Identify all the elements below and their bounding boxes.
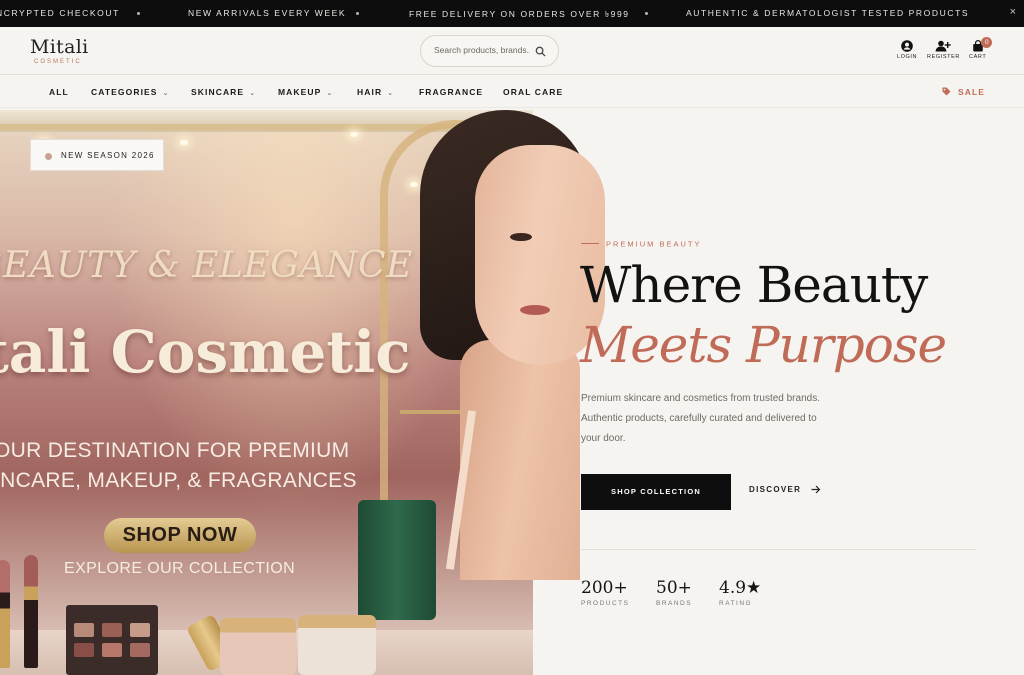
nav-label: ORAL CARE xyxy=(503,87,564,97)
cart-label: CART xyxy=(969,54,987,60)
nav-label: SKINCARE xyxy=(191,87,245,97)
hero-eyebrow: PREMIUM BEAUTY xyxy=(581,235,702,253)
nav-label: FRAGRANCE xyxy=(419,87,484,97)
banner-explore-text: EXPLORE OUR COLLECTION xyxy=(64,560,296,577)
nav-label: ALL xyxy=(49,87,69,97)
lipstick-product xyxy=(0,560,10,668)
banner-brand-title: tali Cosmetic xyxy=(0,318,411,386)
new-season-badge: NEW SEASON 2026 xyxy=(30,139,164,171)
banner-subtitle-line: OUR DESTINATION FOR PREMIUM xyxy=(0,439,350,462)
cream-jar xyxy=(220,618,296,675)
nav-item-makeup[interactable]: MAKEUP ⌄ xyxy=(278,87,333,97)
ceiling-light xyxy=(180,140,188,145)
announcement-text: NEW ARRIVALS EVERY WEEK xyxy=(188,8,347,18)
shop-collection-button[interactable]: SHOP COLLECTION xyxy=(581,474,731,510)
ceiling-light xyxy=(350,132,358,137)
stat-label: PRODUCTS xyxy=(581,600,630,607)
logo[interactable]: Mitali COSMETIC xyxy=(30,36,88,65)
separator-dot xyxy=(645,12,648,15)
separator-dot xyxy=(356,12,359,15)
nav-item-sale[interactable]: SALE xyxy=(958,87,985,97)
stat-label: BRANDS xyxy=(656,600,693,607)
announcement-text: FREE DELIVERY ON ORDERS OVER ৳999 xyxy=(409,9,630,19)
arrow-right-icon xyxy=(811,485,821,494)
nav-item-all[interactable]: ALL xyxy=(49,87,69,97)
banner-subtitle-line: INCARE, MAKEUP, & FRAGRANCES xyxy=(0,469,357,492)
nav-label: CATEGORIES xyxy=(91,87,158,97)
eyeshadow-palette xyxy=(66,605,158,675)
login-label: LOGIN xyxy=(897,54,918,60)
nav-item-categories[interactable]: CATEGORIES ⌄ xyxy=(91,87,170,97)
discover-link[interactable]: DISCOVER xyxy=(749,485,821,494)
model-neck xyxy=(460,340,580,580)
user-icon xyxy=(901,40,913,52)
stat-rating: 4.9★ RATING xyxy=(719,578,761,607)
announcement-text: AUTHENTIC & DERMATOLOGIST TESTED PRODUCT… xyxy=(686,8,970,18)
register-button[interactable]: REGISTER xyxy=(927,40,960,60)
nav-label: MAKEUP xyxy=(278,87,322,97)
tag-icon xyxy=(942,87,951,96)
announcement-bar: NCRYPTED CHECKOUT NEW ARRIVALS EVERY WEE… xyxy=(0,0,1024,27)
green-tube-product xyxy=(358,500,436,620)
ceiling-light xyxy=(410,182,418,187)
announcement-text: NCRYPTED CHECKOUT xyxy=(0,8,120,18)
add-user-icon xyxy=(935,40,952,52)
chevron-down-icon: ⌄ xyxy=(326,90,334,97)
hero-heading: Where Beauty xyxy=(580,256,928,314)
discover-label: DISCOVER xyxy=(749,485,802,494)
nav-item-hair[interactable]: HAIR ⌄ xyxy=(357,87,394,97)
logo-subtitle: COSMETIC xyxy=(34,59,82,65)
stat-value: 4.9★ xyxy=(719,578,762,598)
nav-item-skincare[interactable]: SKINCARE ⌄ xyxy=(191,87,256,97)
close-icon[interactable]: × xyxy=(1010,6,1016,18)
divider xyxy=(581,549,976,550)
nav-item-fragrance[interactable]: FRAGRANCE xyxy=(419,87,483,97)
cart-count-badge: 0 xyxy=(981,37,993,48)
model-eye xyxy=(510,233,532,241)
eyebrow-label: PREMIUM BEAUTY xyxy=(606,239,702,249)
lipstick-product xyxy=(24,555,38,668)
register-label: REGISTER xyxy=(927,54,960,60)
chevron-down-icon: ⌄ xyxy=(249,90,257,97)
login-button[interactable]: LOGIN xyxy=(897,40,917,60)
chevron-down-icon: ⌄ xyxy=(162,90,170,97)
nav-label: HAIR xyxy=(357,87,383,97)
banner-subtitle: OUR DESTINATION FOR PREMIUM INCARE, MAKE… xyxy=(0,436,414,496)
nav-item-oral-care[interactable]: ORAL CARE xyxy=(503,87,563,97)
stat-value: 200+ xyxy=(581,578,628,598)
hero-description: Premium skincare and cosmetics from trus… xyxy=(581,393,820,444)
logo-name: Mitali xyxy=(30,36,89,58)
cart-button[interactable]: 0 CART xyxy=(969,37,993,60)
stat-brands: 50+ BRANDS xyxy=(656,578,692,607)
separator-dot xyxy=(137,12,140,15)
search-icon[interactable] xyxy=(535,46,546,57)
cream-jar xyxy=(298,615,376,675)
badge-dot xyxy=(45,153,52,160)
badge-label: NEW SEASON 2026 xyxy=(61,151,155,160)
chevron-down-icon: ⌄ xyxy=(387,90,395,97)
stat-label: RATING xyxy=(719,600,753,607)
stat-products: 200+ PRODUCTS xyxy=(581,578,629,607)
search-box xyxy=(420,35,559,67)
hero-heading-accent: Meets Purpose xyxy=(580,316,947,374)
search-input[interactable] xyxy=(434,45,530,55)
banner-shop-now-button[interactable]: SHOP NOW xyxy=(104,518,256,553)
banner-tagline: BEAUTY & ELEGANCE xyxy=(0,245,413,286)
eyebrow-line xyxy=(581,243,599,245)
model-lips xyxy=(520,305,550,315)
site-header: Mitali COSMETIC LOGIN REGISTER 0 CART xyxy=(0,27,1024,75)
stat-value: 50+ xyxy=(656,578,692,598)
main-nav: ALL CATEGORIES ⌄ SKINCARE ⌄ MAKEUP ⌄ HAIR ⌄ … xyxy=(0,75,1024,108)
